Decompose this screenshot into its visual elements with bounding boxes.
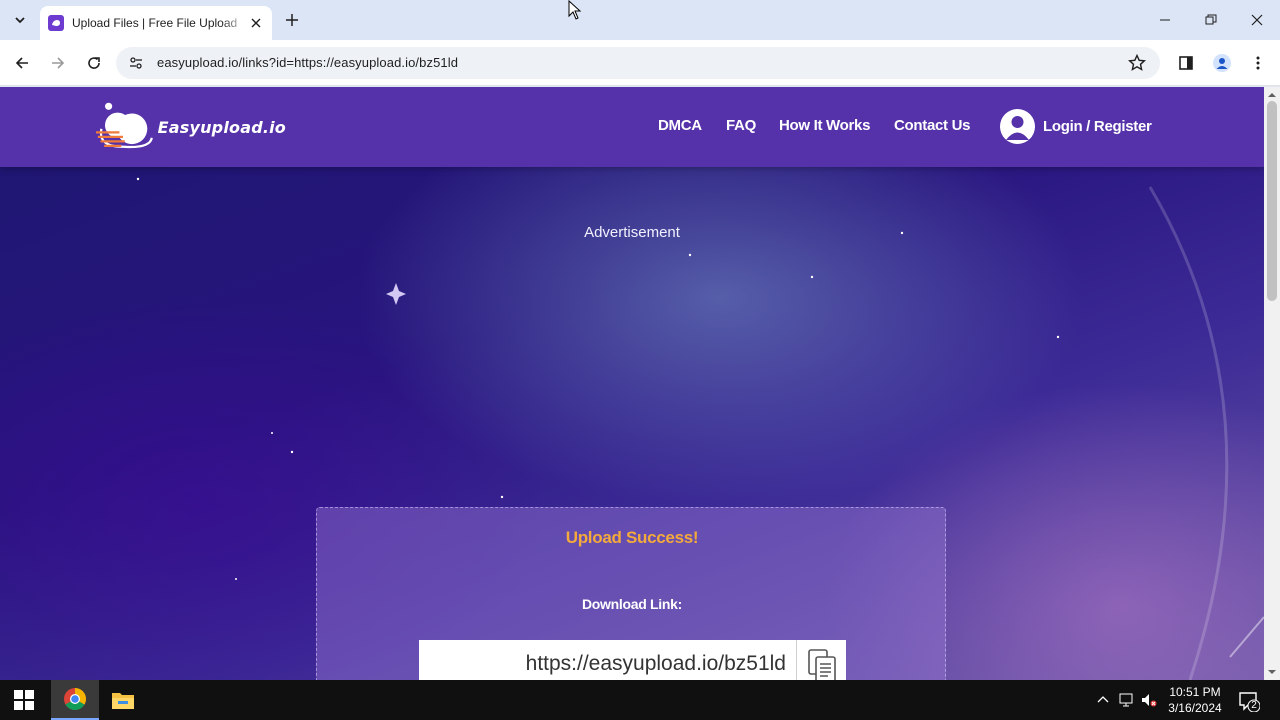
- logo-text: Easyupload.io: [157, 117, 286, 137]
- scroll-down-arrow-icon[interactable]: [1268, 668, 1276, 676]
- network-tray-button[interactable]: [1118, 692, 1134, 708]
- download-link-label: Download Link:: [581, 596, 682, 612]
- volume-tray-button[interactable]: [1141, 692, 1157, 708]
- tray-overflow-button[interactable]: [1095, 692, 1111, 708]
- upload-success-heading: Upload Success!: [565, 528, 699, 547]
- chevron-down-icon: [15, 17, 25, 24]
- chevron-up-icon: [1097, 696, 1109, 703]
- side-panel-icon: [1179, 56, 1193, 70]
- browser-tab[interactable]: Upload Files | Free File Upload: [40, 6, 272, 40]
- scrollbar-thumb[interactable]: [1267, 101, 1277, 301]
- site-settings-icon[interactable]: [128, 55, 144, 71]
- profile-icon: [1213, 54, 1231, 72]
- new-tab-button[interactable]: [282, 10, 302, 30]
- site-favicon-icon: [48, 15, 64, 31]
- page-content: Easyupload.io DMCA FAQ How It Works Cont…: [0, 87, 1264, 680]
- clock-date: 3/16/2024: [1168, 701, 1222, 715]
- browser-toolbar: easyupload.io/links?id=https://easyuploa…: [0, 40, 1280, 86]
- login-register-label: Login / Register: [1043, 118, 1152, 135]
- network-icon: [1119, 693, 1133, 707]
- nav-faq[interactable]: FAQ: [726, 117, 756, 134]
- taskbar-chrome[interactable]: [51, 680, 99, 720]
- notification-count-badge: 2: [1251, 700, 1257, 711]
- volume-muted-icon: [1142, 694, 1157, 707]
- minimize-button[interactable]: [1153, 8, 1177, 32]
- nav-how-it-works[interactable]: How It Works: [779, 117, 870, 134]
- upload-result-card: Upload Success! Download Link: https://e…: [316, 507, 946, 680]
- restore-button[interactable]: [1199, 8, 1223, 32]
- login-register-link[interactable]: Login / Register: [1000, 109, 1152, 144]
- browser-menu-button[interactable]: [1246, 51, 1270, 75]
- user-avatar-icon: [1000, 109, 1035, 144]
- cloud-logo-icon: [96, 102, 153, 149]
- side-panel-button[interactable]: [1174, 51, 1198, 75]
- copy-link-button[interactable]: [796, 640, 846, 680]
- profile-button[interactable]: [1210, 51, 1234, 75]
- download-link-field[interactable]: https://easyupload.io/bz51ld: [419, 640, 796, 680]
- taskbar-file-explorer[interactable]: [99, 680, 147, 720]
- tab-close-icon[interactable]: [248, 15, 264, 31]
- reload-button[interactable]: [82, 51, 106, 75]
- reload-icon: [88, 57, 100, 69]
- chrome-icon: [64, 688, 86, 710]
- page-scrollbar[interactable]: [1264, 87, 1280, 680]
- site-header: Easyupload.io DMCA FAQ How It Works Cont…: [0, 87, 1264, 167]
- more-vertical-icon: [1256, 56, 1260, 70]
- taskbar-clock[interactable]: 10:51 PM 3/16/2024: [1160, 684, 1230, 716]
- bookmark-star-icon[interactable]: [1128, 54, 1146, 72]
- nav-contact-us[interactable]: Contact Us: [894, 117, 970, 134]
- close-icon: [1251, 14, 1263, 26]
- scroll-up-arrow-icon[interactable]: [1268, 91, 1276, 99]
- address-bar[interactable]: easyupload.io/links?id=https://easyuploa…: [116, 47, 1160, 79]
- arrow-left-icon: [15, 57, 28, 69]
- arrow-right-icon: [52, 57, 65, 69]
- browser-tabstrip: Upload Files | Free File Upload: [0, 0, 1280, 40]
- minimize-icon: [1160, 19, 1170, 21]
- mouse-cursor-icon: [568, 0, 582, 20]
- close-window-button[interactable]: [1245, 8, 1269, 32]
- windows-taskbar: 10:51 PM 3/16/2024 2: [0, 680, 1280, 720]
- forward-button[interactable]: [46, 51, 70, 75]
- site-logo[interactable]: Easyupload.io: [96, 99, 286, 155]
- url-text: easyupload.io/links?id=https://easyuploa…: [157, 55, 459, 70]
- nav-dmca[interactable]: DMCA: [658, 117, 702, 134]
- windows-start-icon[interactable]: [14, 690, 34, 710]
- tab-title: Upload Files | Free File Upload: [72, 16, 238, 30]
- back-button[interactable]: [10, 51, 34, 75]
- restore-icon: [1205, 14, 1217, 25]
- folder-icon: [112, 693, 134, 709]
- notification-center-button[interactable]: 2: [1238, 690, 1261, 713]
- plus-icon: [286, 14, 298, 26]
- tab-search-button[interactable]: [8, 8, 32, 32]
- clock-time: 10:51 PM: [1169, 685, 1221, 699]
- advertisement-label: Advertisement: [584, 224, 680, 241]
- copy-icon: [807, 649, 836, 680]
- download-link-text: https://easyupload.io/bz51ld: [525, 652, 786, 675]
